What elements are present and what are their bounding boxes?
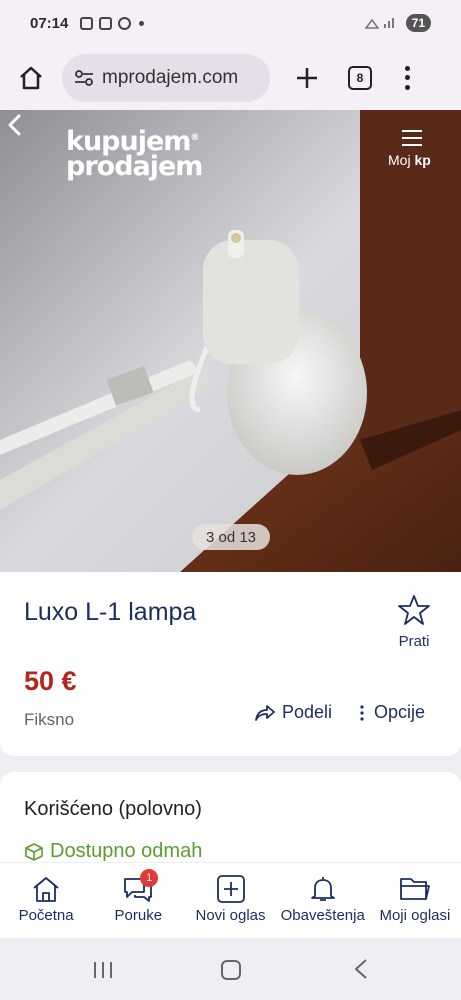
home-icon <box>33 877 59 902</box>
package-icon <box>25 842 43 861</box>
logo-line-1: kupujem® <box>66 126 199 157</box>
signal-icon <box>364 18 394 29</box>
nav-item-my-ads[interactable]: Moji oglasi <box>369 863 461 938</box>
folder-icon <box>400 878 430 900</box>
nav-item-home[interactable]: Početna <box>0 863 92 938</box>
share-button[interactable]: Podeli <box>254 702 332 723</box>
home-icon <box>20 66 42 90</box>
address-bar[interactable]: mprodajem.com <box>62 54 270 102</box>
availability-status: Dostupno odmah <box>24 840 202 863</box>
plus-icon <box>297 68 317 88</box>
more-notifications-icon <box>139 20 145 26</box>
add-icon <box>216 875 245 903</box>
item-condition: Korišćeno (polovno) <box>24 798 202 820</box>
nav-label: Moji oglasi <box>379 907 451 924</box>
status-bar: 07:14 71 <box>0 0 461 46</box>
bottom-navigation: Početna 1 Poruke Novi oglas Obaveštenja … <box>0 862 461 938</box>
new-tab-button[interactable] <box>290 61 324 95</box>
dot <box>404 75 410 81</box>
dot <box>404 66 410 72</box>
dot <box>404 84 410 90</box>
price-type: Fiksno <box>24 710 75 729</box>
url-text: mprodajem.com <box>102 67 239 88</box>
follow-button[interactable]: Prati <box>394 594 434 650</box>
nav-item-messages[interactable]: 1 Poruke <box>92 863 184 938</box>
share-icon <box>255 704 275 721</box>
star-icon <box>398 595 430 625</box>
follow-label: Prati <box>398 633 430 650</box>
whatsapp-icon <box>118 16 132 30</box>
nav-item-new-ad[interactable]: Novi oglas <box>184 863 276 938</box>
check-icon <box>99 16 113 30</box>
options-label: Opcije <box>374 702 426 722</box>
availability-label: Dostupno odmah <box>50 840 203 862</box>
options-button[interactable]: Opcije <box>360 702 425 723</box>
photo-gallery[interactable]: kupujem® prodajem Moj kp 3 od 13 <box>0 110 461 572</box>
site-settings-icon[interactable] <box>74 70 94 86</box>
nav-label: Novi oglas <box>195 907 266 924</box>
nav-label: Poruke <box>114 907 163 924</box>
nav-item-notifications[interactable]: Obaveštenja <box>277 863 369 938</box>
system-navigation-bar <box>0 938 461 1000</box>
hamburger-menu-icon[interactable] <box>402 130 422 151</box>
browser-toolbar: mprodajem.com 8 <box>0 46 461 110</box>
nav-label: Obaveštenja <box>280 907 365 924</box>
status-time: 07:14 <box>30 14 69 32</box>
more-vertical-icon <box>360 704 364 721</box>
listing-title: Luxo L-1 lampa <box>24 598 197 626</box>
listing-summary-card: Luxo L-1 lampa Prati 50 € Fiksno Podeli … <box>0 572 461 756</box>
tab-switcher-button[interactable]: 8 <box>348 66 372 90</box>
back-arrow-icon[interactable] <box>0 110 30 140</box>
listing-details-card: Korišćeno (polovno) Dostupno odmah <box>0 772 461 872</box>
notification-icons <box>80 16 145 30</box>
share-label: Podeli <box>282 702 333 722</box>
system-back-icon[interactable] <box>352 958 370 980</box>
system-home-button[interactable] <box>221 960 241 980</box>
browser-home-button[interactable] <box>14 61 48 95</box>
recent-apps-icon[interactable] <box>92 960 114 980</box>
listing-price: 50 € <box>24 666 77 696</box>
battery-indicator: 71 <box>405 14 431 32</box>
browser-menu-button[interactable] <box>402 64 412 92</box>
site-logo[interactable]: kupujem® prodajem <box>66 126 203 182</box>
photo-counter: 3 od 13 <box>192 524 270 550</box>
bell-icon <box>310 877 335 901</box>
logo-line-2: prodajem <box>66 151 203 182</box>
nav-label: Početna <box>18 907 74 924</box>
unread-badge: 1 <box>140 869 159 887</box>
my-account-link[interactable]: Moj kp <box>388 152 431 168</box>
screenshot-icon <box>80 16 94 30</box>
